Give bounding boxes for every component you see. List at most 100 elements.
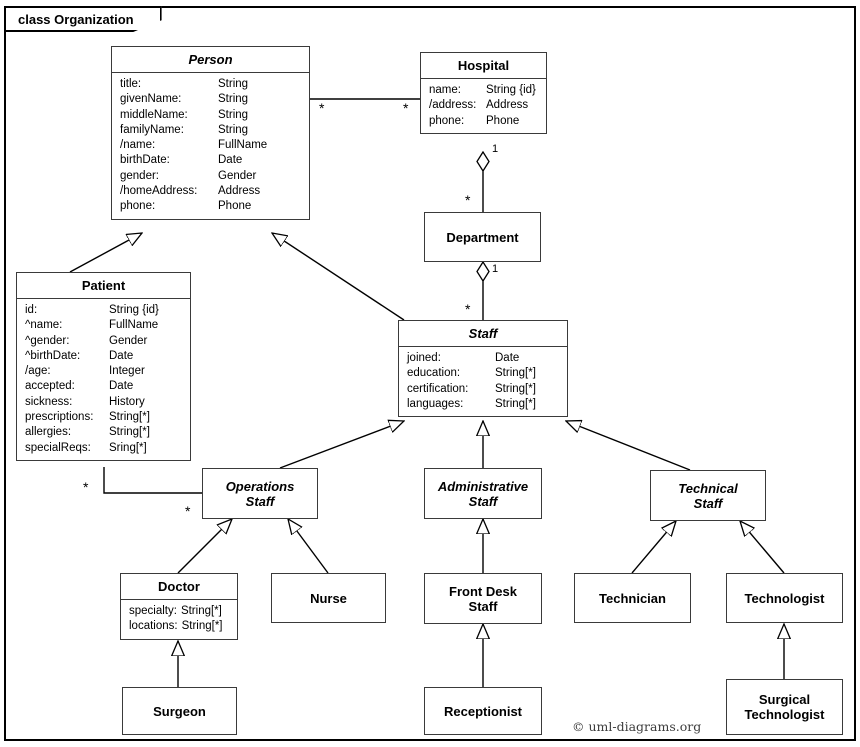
attribute-type: Gender <box>109 334 148 347</box>
class-technologist[interactable]: Technologist <box>726 573 843 623</box>
class-patient-name: Patient <box>81 278 126 293</box>
attribute-type: FullName <box>109 319 159 332</box>
multiplicity-patient-end: * <box>83 479 89 495</box>
attribute-row: prescriptions: String[*] <box>17 410 190 425</box>
attribute-row: /address: Address <box>421 98 546 113</box>
attribute-name: /name: <box>120 139 156 152</box>
class-doctor[interactable]: Doctor specialty: String[*] locations: S… <box>120 573 238 640</box>
attribute-type: Address <box>486 99 529 112</box>
class-technologist-name: Technologist <box>744 590 825 606</box>
class-patient-attributes: id: String {id} ^name: FullName ^gender:… <box>17 298 190 460</box>
attribute-name: name: <box>429 84 461 96</box>
attribute-row: phone: Phone <box>421 114 546 129</box>
class-hospital-attributes: name: String {id} /address: Address phon… <box>421 78 546 133</box>
attribute-name: allergies: <box>25 426 72 439</box>
attribute-type: Sring[*] <box>109 441 147 454</box>
class-hospital[interactable]: Hospital name: String {id} /address: Add… <box>420 52 547 134</box>
attribute-type: Phone <box>218 200 252 213</box>
attribute-type: Date <box>218 154 243 167</box>
attribute-name: phone: <box>429 114 465 127</box>
class-surgeon-name: Surgeon <box>153 703 206 719</box>
multiplicity-person-hospital-left: * <box>319 100 325 116</box>
multiplicity-operations-staff-end: * <box>185 503 191 519</box>
attribute-row: ^name: FullName <box>17 318 190 333</box>
class-patient[interactable]: Patient id: String {id} ^name: FullName … <box>16 272 191 461</box>
attribute-name: specialReqs: <box>25 441 91 454</box>
attribute-name: certification: <box>407 382 469 395</box>
class-front-desk-staff[interactable]: Front Desk Staff <box>424 573 542 624</box>
attribute-type: Integer <box>109 365 145 378</box>
attribute-name: education: <box>407 367 461 380</box>
class-receptionist[interactable]: Receptionist <box>424 687 542 735</box>
class-doctor-name: Doctor <box>158 579 200 594</box>
attribute-type: String <box>218 78 249 90</box>
attribute-type: String {id} <box>109 304 159 316</box>
class-receptionist-name: Receptionist <box>443 703 522 719</box>
class-front-desk-staff-name: Front Desk Staff <box>449 583 517 614</box>
attribute-type: String[*] <box>109 411 150 424</box>
attribute-type: String <box>218 123 249 136</box>
attribute-type: History <box>109 395 145 408</box>
attribute-type: String <box>218 93 249 106</box>
attribute-name: title: <box>120 78 142 90</box>
attribute-row: sickness: History <box>17 395 190 410</box>
class-doctor-attributes: specialty: String[*] locations: String[*… <box>121 599 237 639</box>
class-staff[interactable]: Staff joined: Date education: String[*] … <box>398 320 568 418</box>
attribute-row: ^gender: Gender <box>17 334 190 349</box>
attribute-row: specialReqs: Sring[*] <box>17 441 190 456</box>
attribute-type: String {id} <box>486 84 536 96</box>
attribute-row: /homeAddress: Address <box>112 184 309 199</box>
attribute-name: middleName: <box>120 108 188 121</box>
class-technical-staff[interactable]: Technical Staff <box>650 470 766 521</box>
attribute-type: String[*] <box>180 605 222 617</box>
attribute-row: certification: String[*] <box>399 382 567 397</box>
attribute-row: phone: Phone <box>112 199 309 214</box>
attribute-row: allergies: String[*] <box>17 425 190 440</box>
attribute-row: id: String {id} <box>17 303 190 318</box>
attribute-name: accepted: <box>25 380 75 393</box>
attribute-row: joined: Date <box>399 351 567 366</box>
class-surgeon[interactable]: Surgeon <box>122 687 237 735</box>
class-staff-name: Staff <box>468 326 498 341</box>
attribute-row: ^birthDate: Date <box>17 349 190 364</box>
attribute-type: String[*] <box>495 367 536 380</box>
attribute-name: /address: <box>429 99 477 112</box>
attribute-row: /age: Integer <box>17 364 190 379</box>
attribute-name: sickness: <box>25 395 73 408</box>
attribute-name: languages: <box>407 397 464 410</box>
attribute-name: joined: <box>407 352 441 364</box>
attribute-type: Phone <box>486 114 520 127</box>
class-department[interactable]: Department <box>424 212 541 262</box>
attribute-name: prescriptions: <box>25 411 94 424</box>
attribute-row: birthDate: Date <box>112 153 309 168</box>
attribute-row: middleName: String <box>112 108 309 123</box>
attribute-row: givenName: String <box>112 92 309 107</box>
attribute-type: String[*] <box>495 397 536 410</box>
class-operations-staff[interactable]: Operations Staff <box>202 468 318 519</box>
attribute-type: Gender <box>218 169 257 182</box>
attribute-name: ^birthDate: <box>25 349 81 362</box>
multiplicity-department-one: 1 <box>492 263 499 275</box>
attribute-name: id: <box>25 304 38 316</box>
attribute-row: /name: FullName <box>112 138 309 153</box>
class-nurse[interactable]: Nurse <box>271 573 386 623</box>
class-person-attributes: title: String givenName: String middleNa… <box>112 72 309 219</box>
attribute-name: specialty: <box>129 605 177 617</box>
class-administrative-staff-name: Administrative Staff <box>437 478 529 509</box>
attribute-type: Address <box>218 185 261 198</box>
attribute-type: Date <box>109 349 134 362</box>
copyright-notice: © uml-diagrams.org <box>572 719 702 734</box>
class-administrative-staff[interactable]: Administrative Staff <box>424 468 542 519</box>
class-staff-attributes: joined: Date education: String[*] certif… <box>399 346 567 416</box>
attribute-row: specialty: String[*] <box>121 604 237 619</box>
diagram-frame-label: class Organization <box>4 6 162 32</box>
attribute-name: birthDate: <box>120 154 170 167</box>
attribute-type: String[*] <box>495 382 536 395</box>
class-person[interactable]: Person title: String givenName: String m… <box>111 46 310 220</box>
class-surgical-technologist[interactable]: Surgical Technologist <box>726 679 843 735</box>
attribute-type: FullName <box>218 139 268 152</box>
multiplicity-hospital-one: 1 <box>492 143 499 155</box>
class-technician[interactable]: Technician <box>574 573 691 623</box>
attribute-name: gender: <box>120 169 160 182</box>
attribute-name: ^name: <box>25 319 63 332</box>
